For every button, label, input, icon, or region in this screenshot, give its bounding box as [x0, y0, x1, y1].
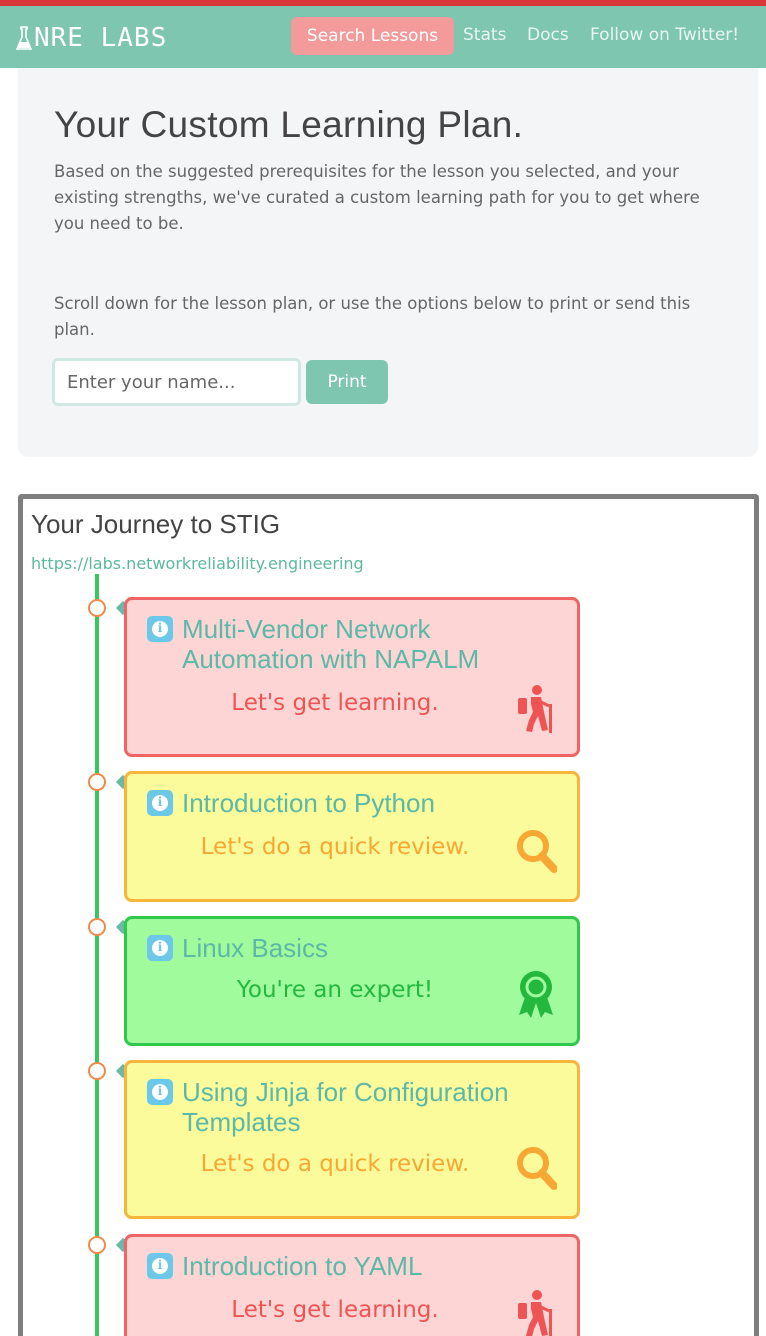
lesson-card[interactable]: i Multi-Vendor Network Automation with N… — [124, 597, 580, 757]
lesson-status-message: Let's do a quick review. — [200, 834, 470, 860]
lesson-card[interactable]: i Introduction to YAML Let's get learnin… — [124, 1234, 580, 1336]
lesson-title[interactable]: Linux Basics — [182, 933, 562, 963]
info-icon[interactable]: i — [147, 1079, 173, 1105]
lesson-title[interactable]: Introduction to YAML — [182, 1251, 562, 1281]
lesson-status-message: You're an expert! — [236, 977, 434, 1003]
intro-text: Based on the suggested prerequisites for… — [54, 162, 700, 233]
search-lessons-button[interactable]: Search Lessons — [291, 17, 454, 55]
nav-link-twitter[interactable]: Follow on Twitter! — [590, 25, 739, 45]
nav-link-stats[interactable]: Stats — [463, 25, 506, 45]
timeline-line — [95, 574, 99, 1336]
journey-title: Your Journey to STIG — [31, 509, 281, 539]
timeline-dot — [88, 1236, 106, 1254]
info-icon[interactable]: i — [147, 616, 173, 642]
print-hint-text: Scroll down for the lesson plan, or use … — [54, 294, 691, 339]
lesson-status-message: Let's get learning. — [231, 690, 439, 716]
hiker-icon — [518, 685, 552, 733]
lesson-card[interactable]: i Linux Basics You're an expert! — [124, 916, 580, 1046]
flask-icon — [16, 26, 32, 50]
navbar: NRE LABS Search Lessons Stats Docs Follo… — [0, 6, 766, 68]
lesson-card[interactable]: i Introduction to Python Let's do a quic… — [124, 771, 580, 902]
info-icon[interactable]: i — [147, 935, 173, 961]
brand-text: NRE LABS — [34, 23, 168, 53]
magnifier-icon — [517, 830, 557, 873]
brand-logo[interactable]: NRE LABS — [16, 22, 167, 54]
name-input[interactable] — [52, 358, 301, 406]
timeline-dot — [88, 918, 106, 936]
nav-link-docs[interactable]: Docs — [527, 25, 569, 45]
hiker-icon — [518, 1290, 552, 1336]
journey-plan: Your Journey to STIG https://labs.networ… — [18, 494, 759, 1336]
lesson-title[interactable]: Introduction to Python — [182, 788, 562, 818]
ribbon-award-icon — [519, 971, 553, 1018]
timeline-dot — [88, 599, 106, 617]
info-icon[interactable]: i — [147, 790, 173, 816]
print-button[interactable]: Print — [306, 360, 388, 404]
lesson-title[interactable]: Multi-Vendor Network Automation with NAP… — [182, 614, 562, 674]
learning-plan-intro: Your Custom Learning Plan. Based on the … — [18, 68, 758, 457]
info-icon[interactable]: i — [147, 1253, 173, 1279]
lesson-card[interactable]: i Using Jinja for Configuration Template… — [124, 1060, 580, 1219]
lesson-status-message: Let's get learning. — [231, 1297, 439, 1323]
page-title: Your Custom Learning Plan. — [54, 104, 524, 145]
lesson-title[interactable]: Using Jinja for Configuration Templates — [182, 1077, 562, 1137]
site-url[interactable]: https://labs.networkreliability.engineer… — [31, 554, 364, 573]
timeline-dot — [88, 1062, 106, 1080]
magnifier-icon — [517, 1147, 557, 1190]
lesson-status-message: Let's do a quick review. — [200, 1151, 470, 1177]
timeline-dot — [88, 773, 106, 791]
